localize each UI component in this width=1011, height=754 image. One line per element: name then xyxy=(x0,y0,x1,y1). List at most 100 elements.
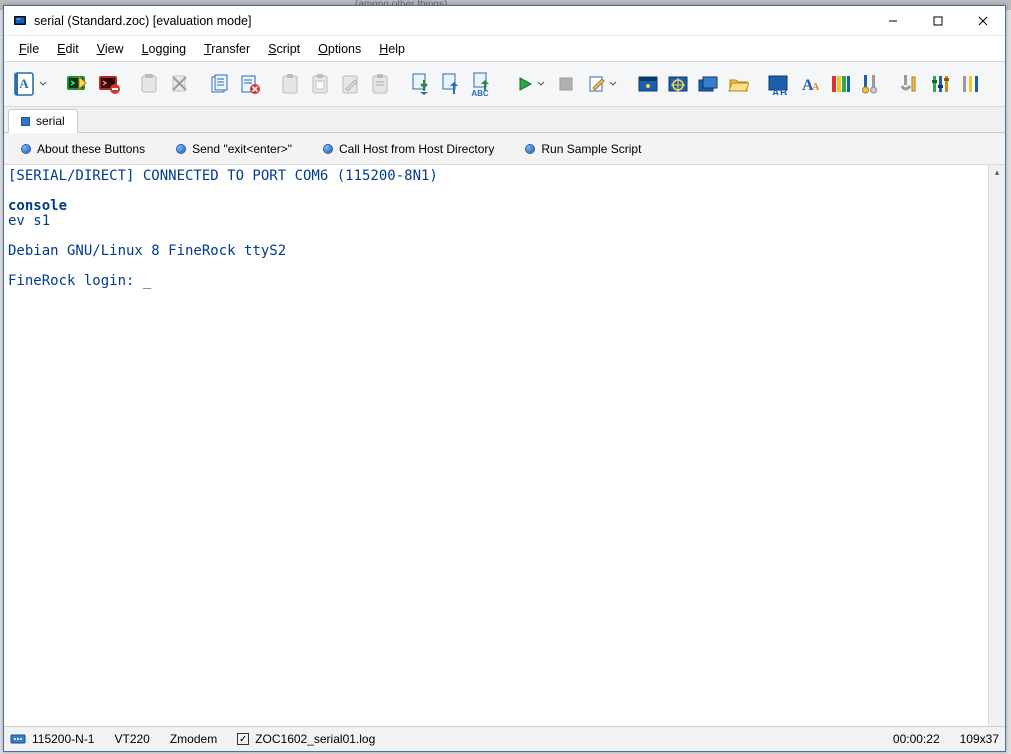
quick-connect-button[interactable] xyxy=(62,66,92,102)
menu-help[interactable]: Help xyxy=(370,40,414,58)
tab-serial[interactable]: serial xyxy=(8,109,78,133)
status-time-label: 00:00:22 xyxy=(893,732,940,746)
bullet-icon xyxy=(177,145,185,153)
tabstrip: serial xyxy=(4,107,1005,133)
svg-text:A: A xyxy=(19,76,29,91)
host-directory-icon: A xyxy=(13,71,37,97)
titlebar[interactable]: serial (Standard.zoc) [evaluation mode] xyxy=(4,6,1005,36)
status-protocol[interactable]: Zmodem xyxy=(170,732,217,746)
clipboard-1-button[interactable] xyxy=(276,66,304,102)
clipboard-2-button[interactable] xyxy=(306,66,334,102)
checkbox-icon[interactable]: ✓ xyxy=(237,733,249,745)
tool-options-button[interactable] xyxy=(956,66,984,102)
menu-file[interactable]: File xyxy=(10,40,48,58)
edit-script-icon xyxy=(587,74,607,94)
download-button[interactable] xyxy=(406,66,434,102)
font-aa-icon: AA xyxy=(799,73,821,95)
status-protocol-label: Zmodem xyxy=(170,732,217,746)
copy-page-button[interactable] xyxy=(206,66,234,102)
clipboard-edit-button[interactable] xyxy=(336,66,364,102)
clipboard-4-button[interactable] xyxy=(366,66,394,102)
copy-delete-button[interactable] xyxy=(236,66,264,102)
tool-sliders-button[interactable] xyxy=(926,66,954,102)
stop-script-button[interactable] xyxy=(552,66,580,102)
tool-1-icon xyxy=(859,73,881,95)
bullet-icon xyxy=(324,145,332,153)
terminal[interactable]: [SERIAL/DIRECT] CONNECTED TO PORT COM6 (… xyxy=(4,165,988,726)
cut-button[interactable] xyxy=(166,66,194,102)
menu-view[interactable]: View xyxy=(88,40,133,58)
status-log-label: ZOC1602_serial01.log xyxy=(255,732,375,746)
userbutton-label: Send "exit<enter>" xyxy=(192,142,292,156)
menu-transfer[interactable]: Transfer xyxy=(195,40,259,58)
userbutton-run-sample[interactable]: Run Sample Script xyxy=(526,142,641,156)
window-target-icon xyxy=(667,74,689,94)
status-emulation-label: VT220 xyxy=(114,732,149,746)
window-stack-button[interactable] xyxy=(694,66,722,102)
terminal-area: [SERIAL/DIRECT] CONNECTED TO PORT COM6 (… xyxy=(4,165,1005,726)
clipboard-2-icon xyxy=(310,73,330,95)
download-icon xyxy=(409,72,431,96)
font-button[interactable]: AA xyxy=(796,66,824,102)
status-emulation[interactable]: VT220 xyxy=(114,732,149,746)
menu-logging[interactable]: Logging xyxy=(133,40,196,58)
minimize-button[interactable] xyxy=(870,6,915,35)
userbutton-about[interactable]: About these Buttons xyxy=(22,142,145,156)
stop-script-icon xyxy=(557,75,575,93)
play-script-button[interactable] xyxy=(510,66,550,102)
menu-script[interactable]: Script xyxy=(259,40,309,58)
chevron-down-icon xyxy=(609,80,617,88)
status-size: 109x37 xyxy=(960,732,999,746)
svg-text:B: B xyxy=(780,88,787,95)
clipboard-4-icon xyxy=(370,73,390,95)
app-window: serial (Standard.zoc) [evaluation mode] … xyxy=(3,5,1006,752)
scrollbar[interactable]: ▴ xyxy=(988,165,1005,726)
upload-button[interactable] xyxy=(436,66,464,102)
scroll-up-icon[interactable]: ▴ xyxy=(995,167,1000,178)
edit-script-button[interactable] xyxy=(582,66,622,102)
chevron-down-icon xyxy=(39,80,47,88)
window-target-button[interactable] xyxy=(664,66,692,102)
open-folder-button[interactable] xyxy=(724,66,752,102)
port-icon xyxy=(10,733,26,745)
status-size-label: 109x37 xyxy=(960,732,999,746)
window-blue-button[interactable] xyxy=(634,66,662,102)
userbutton-label: Run Sample Script xyxy=(541,142,641,156)
tool-sliders-icon xyxy=(929,73,951,95)
userbutton-call-host[interactable]: Call Host from Host Directory xyxy=(324,142,494,156)
menu-options[interactable]: Options xyxy=(309,40,370,58)
status-log[interactable]: ✓ ZOC1602_serial01.log xyxy=(237,732,375,746)
svg-text:A: A xyxy=(772,88,779,95)
colors-button[interactable] xyxy=(826,66,854,102)
close-button[interactable] xyxy=(960,6,1005,35)
window-stack-icon xyxy=(697,74,719,94)
upload-text-icon: ABC xyxy=(469,71,495,97)
text-ab-button[interactable]: AB xyxy=(764,66,794,102)
svg-text:ABC: ABC xyxy=(471,89,489,97)
menu-edit[interactable]: Edit xyxy=(48,40,88,58)
copy-delete-icon xyxy=(239,73,261,95)
tool-1-button[interactable] xyxy=(856,66,884,102)
paste-icon xyxy=(139,73,161,95)
text-ab-icon: AB xyxy=(767,73,791,95)
maximize-button[interactable] xyxy=(915,6,960,35)
upload-icon xyxy=(439,72,461,96)
bullet-icon xyxy=(526,145,534,153)
status-port-label: 115200-N-1 xyxy=(32,732,94,746)
host-directory-button[interactable]: A xyxy=(10,66,50,102)
quick-connect-green-icon xyxy=(65,73,89,95)
chevron-down-icon xyxy=(537,80,545,88)
paste-button[interactable] xyxy=(136,66,164,102)
userbutton-send-exit[interactable]: Send "exit<enter>" xyxy=(177,142,292,156)
play-script-icon xyxy=(515,74,535,94)
userbuttons-bar: About these Buttons Send "exit<enter>" C… xyxy=(4,133,1005,165)
clipboard-1-icon xyxy=(280,73,300,95)
upload-text-button[interactable]: ABC xyxy=(466,66,498,102)
tool-wrench-button[interactable] xyxy=(896,66,924,102)
open-folder-icon xyxy=(727,74,749,94)
tool-wrench-icon xyxy=(899,73,921,95)
tab-indicator-icon xyxy=(21,117,30,126)
quick-disconnect-button[interactable] xyxy=(94,66,124,102)
window-blue-icon xyxy=(637,74,659,94)
status-port[interactable]: 115200-N-1 xyxy=(10,732,94,746)
